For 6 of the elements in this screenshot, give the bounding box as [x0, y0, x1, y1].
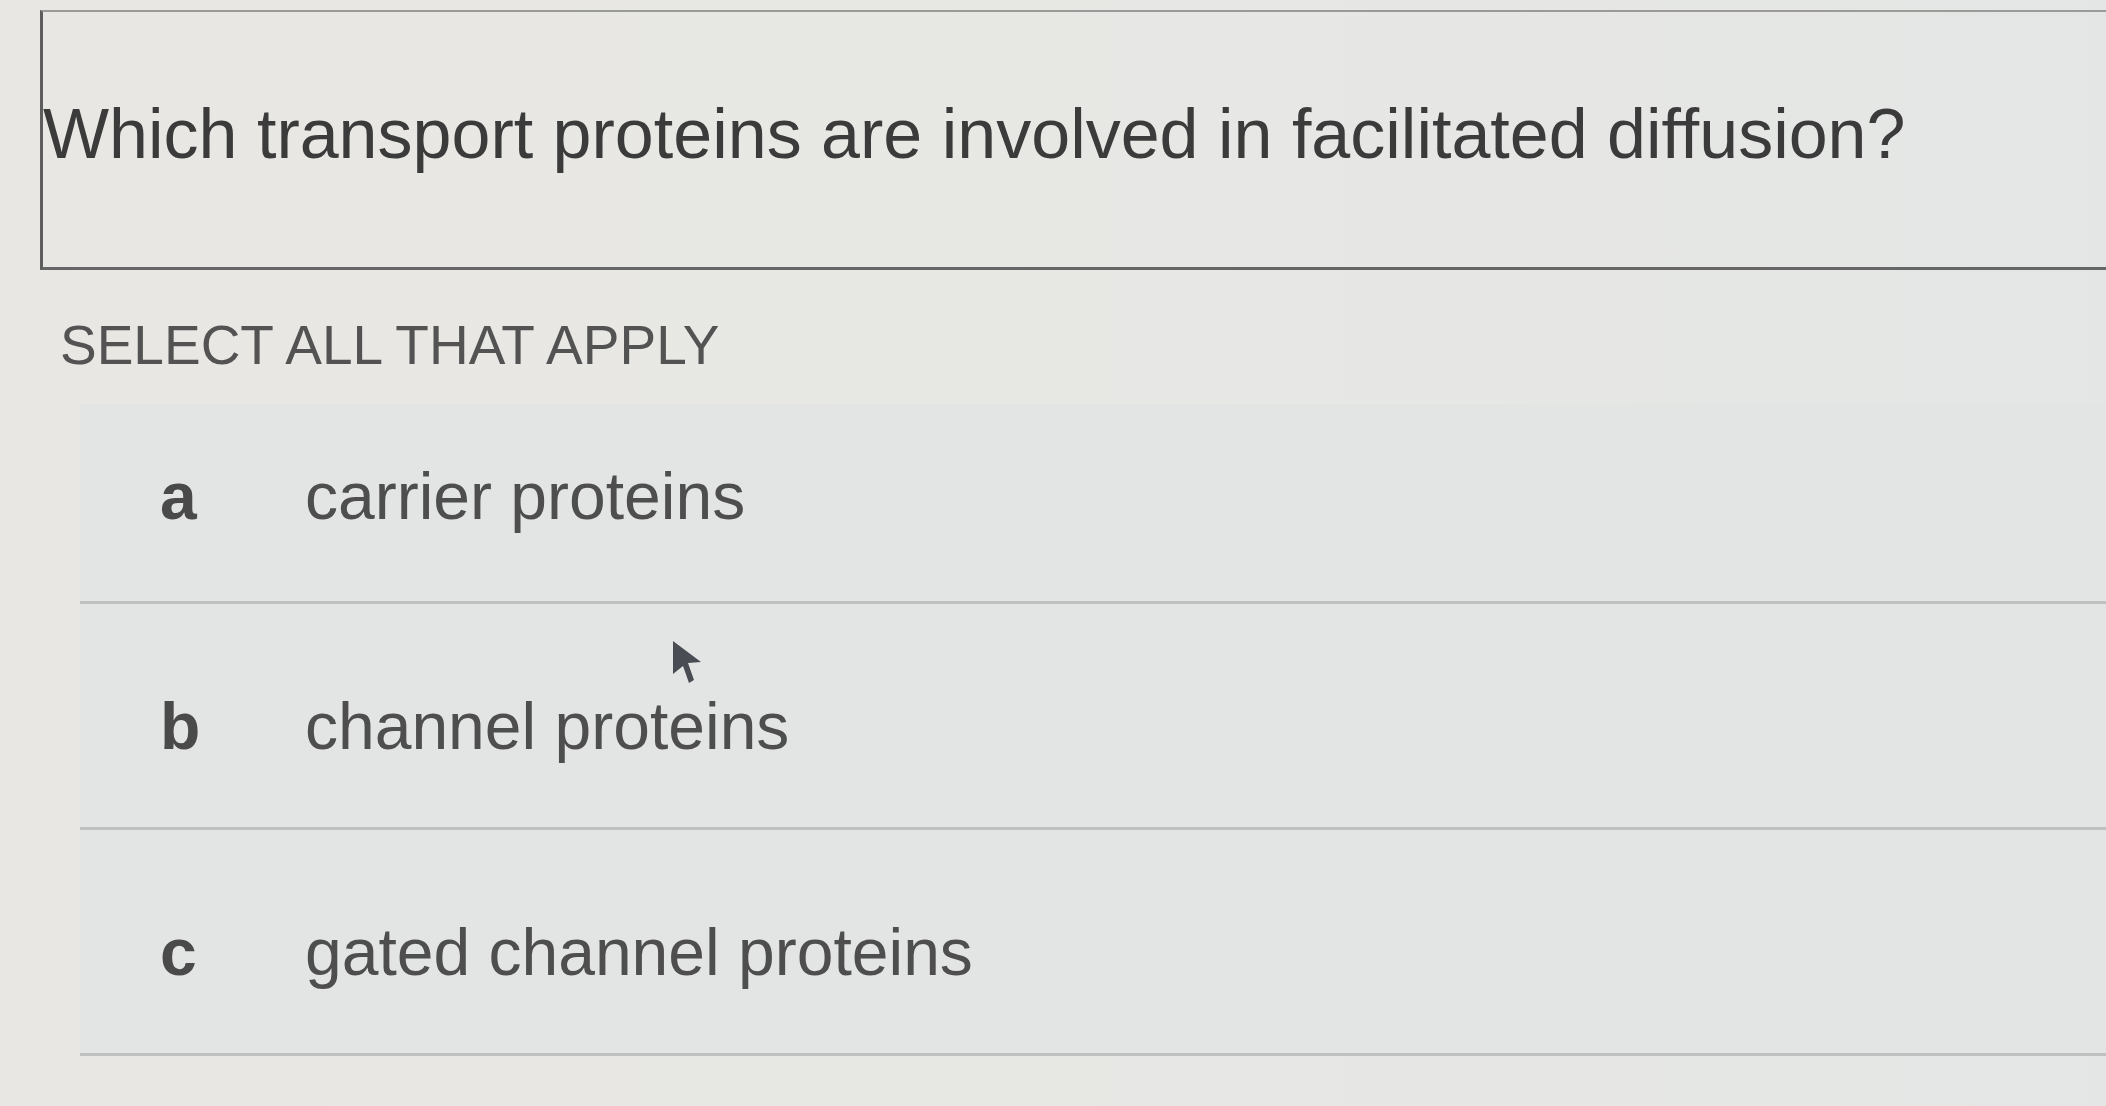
mouse-pointer-icon — [672, 640, 702, 684]
answer-option[interactable]: c gated channel proteins — [80, 829, 2106, 1056]
answer-option[interactable]: a carrier proteins — [80, 403, 2106, 604]
instruction-text: SELECT ALL THAT APPLY — [60, 313, 721, 378]
answer-option[interactable]: b channel proteins — [80, 603, 2106, 830]
question-text: Which transport proteins are involved in facilitated diffusion? — [43, 94, 1907, 175]
